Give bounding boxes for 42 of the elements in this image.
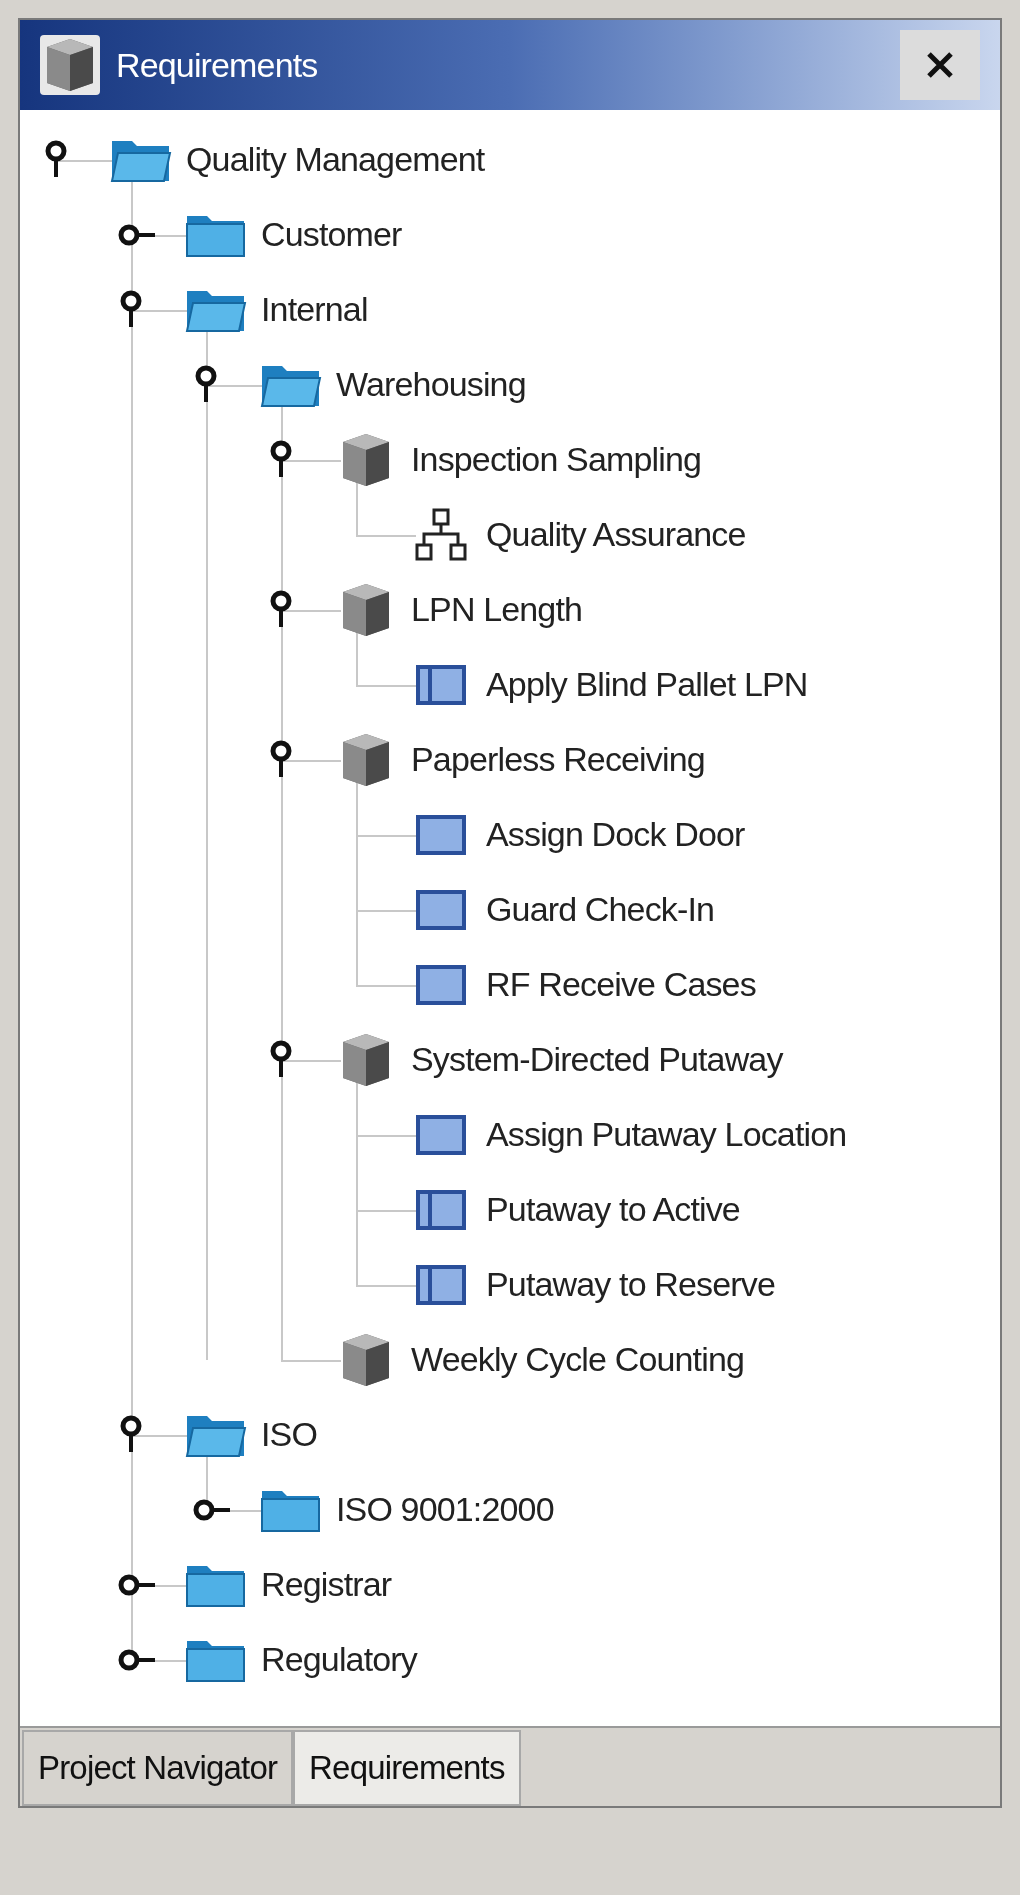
- split-panel-icon: [414, 1262, 468, 1307]
- tree-item-label[interactable]: Inspection Sampling: [411, 434, 702, 485]
- tree-item-label[interactable]: Weekly Cycle Counting: [411, 1334, 744, 1385]
- panel-icon: [414, 1112, 468, 1157]
- collapse-handle-icon[interactable]: [268, 1039, 294, 1080]
- split-panel-icon: [414, 662, 468, 707]
- panel-tab[interactable]: Requirements: [293, 1730, 521, 1806]
- tree-item-label[interactable]: ISO: [261, 1409, 318, 1460]
- tree-item-label[interactable]: Internal: [261, 284, 368, 335]
- split-panel-icon: [414, 1187, 468, 1232]
- panel-icon: [414, 887, 468, 932]
- network-icon: [414, 506, 468, 563]
- collapse-handle-icon[interactable]: [268, 439, 294, 480]
- collapse-handle-icon[interactable]: [268, 739, 294, 780]
- tree-item-label[interactable]: Quality Assurance: [486, 509, 746, 560]
- tree-item-label[interactable]: Quality Management: [186, 134, 485, 185]
- panel-title: Requirements: [116, 44, 318, 86]
- tree-item-label[interactable]: Regulatory: [261, 1634, 417, 1685]
- collapse-handle-icon[interactable]: [268, 589, 294, 630]
- tree-item-label[interactable]: ISO 9001:2000: [336, 1484, 554, 1535]
- tree-item-label[interactable]: Customer: [261, 209, 402, 260]
- collapse-handle-icon[interactable]: [118, 289, 144, 330]
- tree-item-label[interactable]: RF Receive Cases: [486, 959, 756, 1010]
- tree-item-label[interactable]: Putaway to Active: [486, 1184, 740, 1235]
- collapse-handle-icon[interactable]: [43, 139, 69, 180]
- tree-item-label[interactable]: Assign Dock Door: [486, 809, 745, 860]
- panel-icon: [414, 812, 468, 857]
- collapse-handle-icon[interactable]: [118, 1414, 144, 1455]
- tree-item-label[interactable]: Guard Check-In: [486, 884, 715, 935]
- tree-item-label[interactable]: Warehousing: [336, 359, 526, 410]
- collapse-handle-icon[interactable]: [193, 364, 219, 405]
- panel-tab[interactable]: Project Navigator: [22, 1730, 294, 1806]
- tree-item-label[interactable]: Registrar: [261, 1559, 392, 1610]
- close-icon: [925, 50, 955, 80]
- tree-item-label[interactable]: Putaway to Reserve: [486, 1259, 775, 1310]
- tree-item-label[interactable]: LPN Length: [411, 584, 583, 635]
- panel-icon: [414, 962, 468, 1007]
- tree-item-label[interactable]: Apply Blind Pallet LPN: [486, 659, 808, 710]
- close-button[interactable]: [900, 30, 980, 100]
- tree-item-label[interactable]: System-Directed Putaway: [411, 1034, 783, 1085]
- tree-item-label[interactable]: Paperless Receiving: [411, 734, 705, 785]
- tree-item-label[interactable]: Assign Putaway Location: [486, 1109, 847, 1160]
